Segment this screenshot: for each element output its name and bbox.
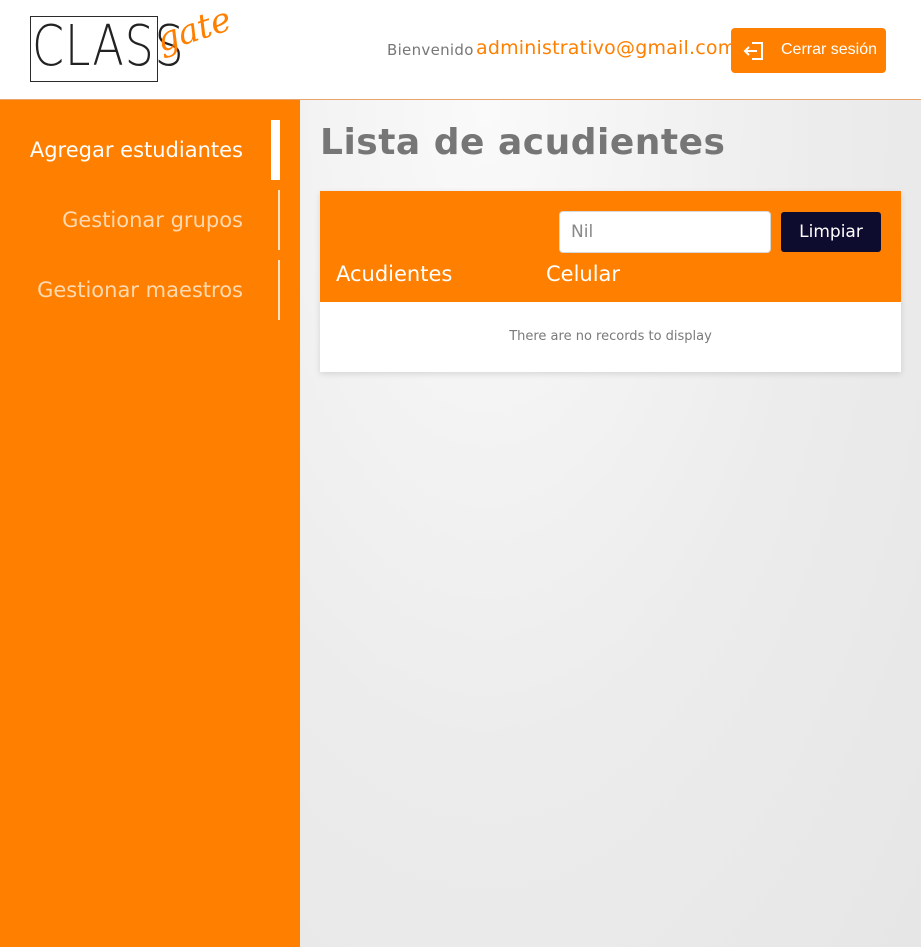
sidebar: Agregar estudiantes Gestionar grupos Ges… [0, 100, 300, 947]
classgate-logo[interactable]: CLASS gate [30, 0, 236, 90]
sidebar-item-label: Gestionar maestros [37, 278, 243, 302]
sign-out-icon [743, 40, 765, 62]
sidebar-item-label: Gestionar grupos [62, 208, 243, 232]
item-divider [278, 190, 280, 250]
logout-label: Cerrar sesión [781, 41, 878, 58]
column-header-celular[interactable]: Celular [546, 262, 620, 286]
search-input[interactable] [559, 211, 771, 253]
sidebar-item-gestionar-maestros[interactable]: Gestionar maestros [0, 260, 280, 320]
guardians-table: Limpiar Acudientes Celular There are no … [320, 191, 901, 372]
column-header-acudientes[interactable]: Acudientes [336, 262, 452, 286]
active-indicator [271, 120, 280, 180]
sidebar-item-label: Agregar estudiantes [29, 138, 243, 162]
logo-script: gate [151, 0, 237, 61]
clear-button[interactable]: Limpiar [781, 212, 881, 252]
top-header: CLASS gate Bienvenido administrativo@gma… [0, 0, 921, 100]
user-email: administrativo@gmail.com [476, 37, 737, 59]
sidebar-item-gestionar-grupos[interactable]: Gestionar grupos [0, 190, 280, 250]
logout-button[interactable]: Cerrar sesión [731, 28, 886, 73]
sidebar-item-agregar-estudiantes[interactable]: Agregar estudiantes [0, 120, 280, 180]
welcome-label: Bienvenido [387, 41, 474, 59]
empty-state-message: There are no records to display [509, 329, 712, 344]
item-divider [278, 260, 280, 320]
main-content: Lista de acudientes Limpiar Acudientes C… [300, 100, 921, 947]
page-title: Lista de acudientes [320, 122, 726, 163]
table-header: Limpiar Acudientes Celular [320, 191, 901, 302]
